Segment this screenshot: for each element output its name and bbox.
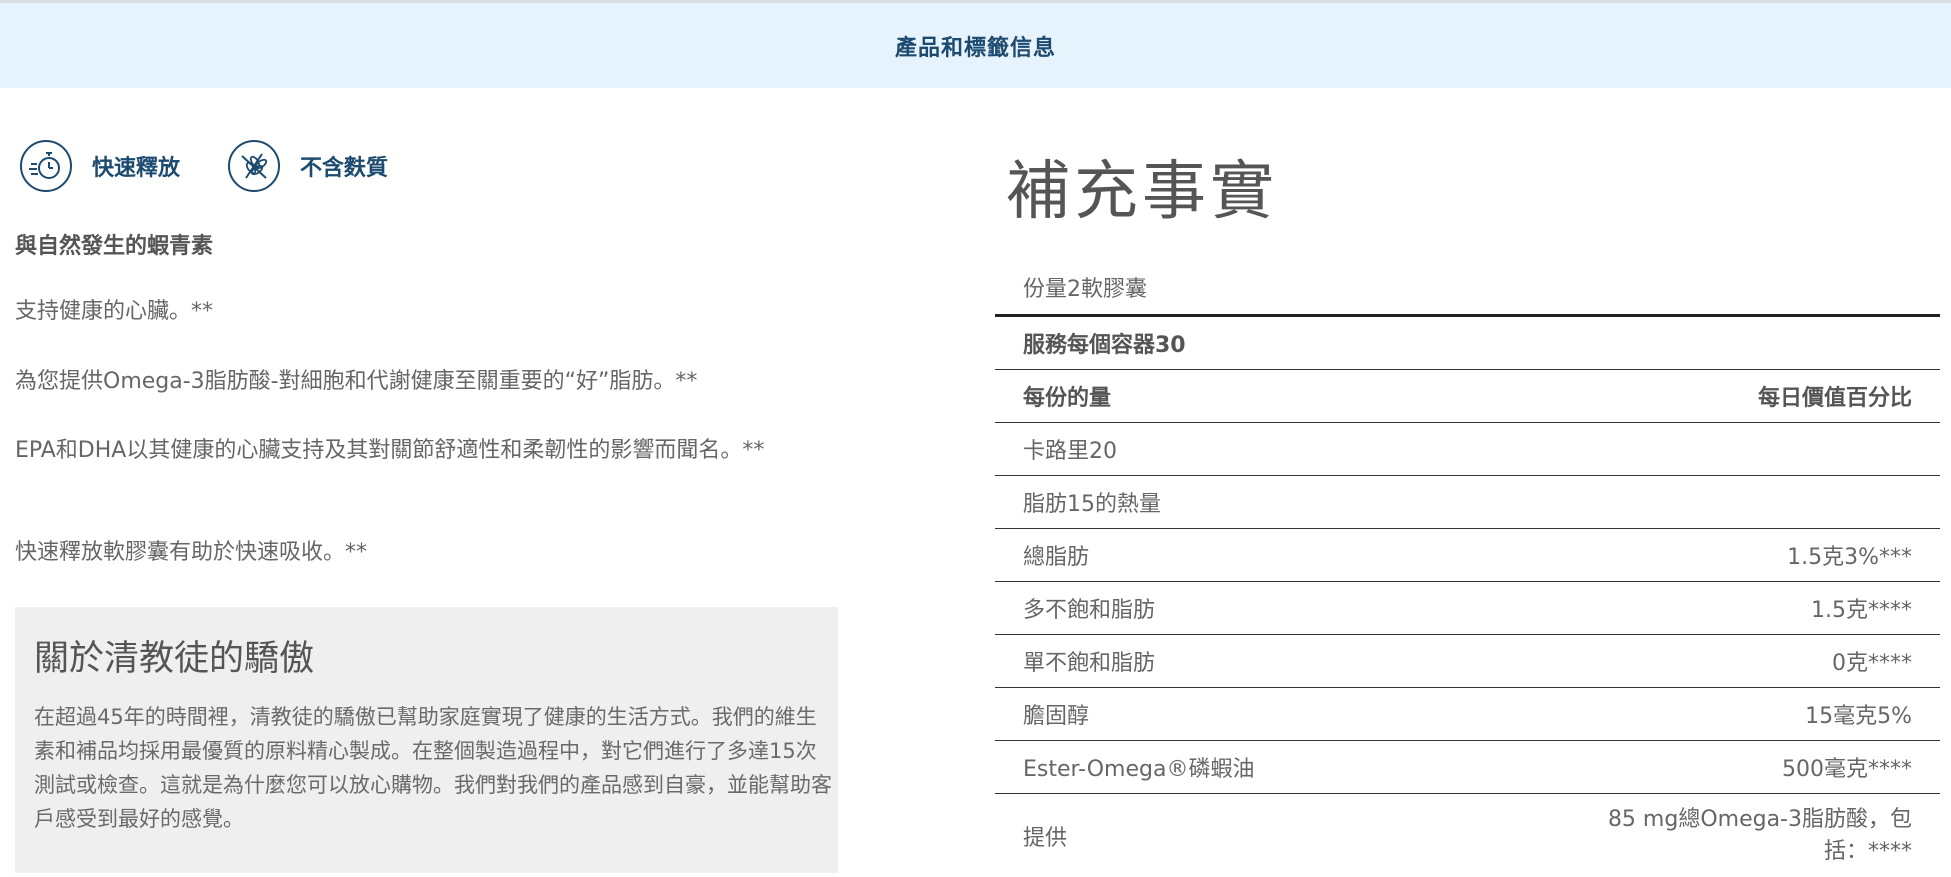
nutrient-value: 1.5克3%*** (1787, 545, 1912, 570)
badge-gluten-free-label: 不含麩質 (300, 156, 389, 181)
nutrient-value: 15毫克5% (1805, 704, 1912, 729)
nutrient-name: Ester-Omega®磷蝦油 (1023, 757, 1255, 782)
wheat-crossed-icon (228, 140, 281, 192)
nutrient-row: 總脂肪 1.5克3%*** (995, 529, 1940, 582)
nutrient-name: 膽固醇 (1023, 704, 1090, 729)
nutrient-value: 1.5克**** (1811, 598, 1912, 623)
facts-header-row: 每份的量 每日價值百分比 (995, 370, 1940, 423)
nutrient-row: 脂肪15的熱量 (995, 476, 1940, 529)
badge-quick-release-label: 快速釋放 (92, 156, 181, 181)
nutrient-name: 多不飽和脂肪 (1023, 598, 1156, 623)
about-brand-text: 在超過45年的時間裡，清教徒的驕傲已幫助家庭實現了健康的生活方式。我們的維生素和… (34, 705, 832, 831)
nutrient-row: 卡路里20 (995, 423, 1940, 476)
nutrient-row: 多不飽和脂肪 1.5克**** (995, 582, 1940, 635)
nutrient-name: 卡路里20 (1023, 439, 1117, 464)
nutrient-row: 膽固醇 15毫克5% (995, 688, 1940, 741)
benefit-item: 為您提供Omega-3脂肪酸-對細胞和代謝健康至關重要的“好”脂肪。** (15, 369, 698, 394)
nutrient-value: 85 mg總Omega-3脂肪酸，包括：**** (1607, 806, 1912, 864)
nutrient-name: 單不飽和脂肪 (1023, 651, 1156, 676)
nutrient-row: Ester-Omega®磷蝦油 500毫克**** (995, 741, 1940, 794)
nutrient-name: 脂肪15的熱量 (1023, 492, 1161, 517)
benefit-item: EPA和DHA以其健康的心臟支持及其對關節舒適性和柔韌性的影響而聞名。** (15, 438, 765, 463)
serving-size-row: 份量2軟膠囊 (995, 260, 1940, 317)
benefit-item: 支持健康的心臟。** (15, 299, 214, 324)
section-header: 產品和標籤信息 (0, 3, 1951, 88)
amount-per-serving-header: 每份的量 (1023, 386, 1112, 411)
nutrient-name: 總脂肪 (1023, 545, 1090, 570)
feature-badges: 快速釋放 不含麩質 (20, 140, 436, 192)
nutrient-row: 單不飽和脂肪 0克**** (995, 635, 1940, 688)
daily-value-header: 每日價值百分比 (1757, 386, 1912, 411)
servings-per-container-row: 服務每個容器30 (995, 317, 1940, 370)
about-brand-title: 關於清教徒的驕傲 (34, 639, 315, 679)
benefit-item: 快速釋放軟膠囊有助於快速吸收。** (15, 540, 368, 565)
badge-quick-release[interactable]: 快速釋放 (20, 140, 180, 192)
nutrient-value: 0克**** (1832, 651, 1912, 676)
about-brand-panel: 關於清教徒的驕傲 在超過45年的時間裡，清教徒的驕傲已幫助家庭實現了健康的生活方… (15, 607, 838, 873)
badge-gluten-free[interactable]: 不含麩質 (228, 140, 388, 192)
stopwatch-icon (20, 140, 72, 192)
nutrient-name: 提供 (1023, 825, 1068, 851)
product-highlight-heading: 與自然發生的蝦青素 (15, 234, 214, 259)
serving-size: 份量2軟膠囊 (1023, 277, 1147, 302)
servings-per-container: 服務每個容器30 (1023, 333, 1186, 358)
supplement-facts-title: 補充事實 (1006, 155, 1278, 229)
nutrient-value: 500毫克**** (1782, 757, 1912, 782)
nutrient-row: 提供 85 mg總Omega-3脂肪酸，包括：**** (995, 794, 1940, 877)
supplement-facts-table: 份量2軟膠囊 服務每個容器30 每份的量 每日價值百分比 卡路里20 脂肪15的… (995, 260, 1940, 877)
section-header-title: 產品和標籤信息 (894, 35, 1056, 61)
